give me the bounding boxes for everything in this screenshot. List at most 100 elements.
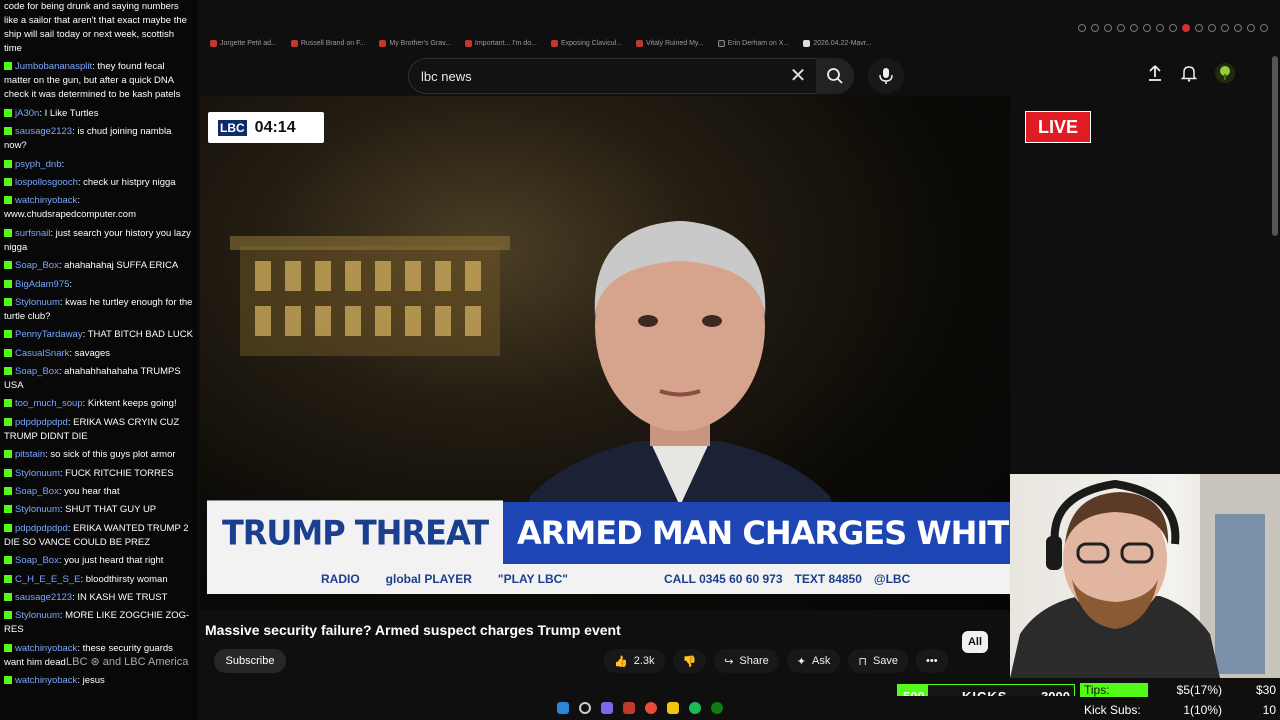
windows-start-icon[interactable] bbox=[557, 702, 569, 714]
chat-username[interactable]: watchinyoback bbox=[15, 195, 77, 206]
subscribe-button[interactable]: Subscribe bbox=[214, 649, 286, 673]
spotify-icon[interactable] bbox=[689, 702, 701, 714]
search-input[interactable]: lbc news bbox=[408, 58, 818, 94]
chat-message: Stylonuum: SHUT THAT GUY UP bbox=[4, 503, 194, 517]
scrollbar[interactable] bbox=[1272, 56, 1278, 236]
avatar[interactable] bbox=[1214, 62, 1236, 84]
kick-badge-icon bbox=[4, 62, 12, 71]
like-button[interactable]: 👍 2.3k bbox=[604, 649, 665, 673]
bookmark-favicon-icon bbox=[210, 40, 217, 47]
chat-username[interactable]: jA30n bbox=[15, 108, 39, 119]
chat-username[interactable]: lospollosgooch bbox=[15, 177, 78, 188]
browser-icon[interactable] bbox=[645, 702, 657, 714]
kick-subs-row: Kick Subs: 1(10%) 10 bbox=[1084, 703, 1276, 717]
obs-icon[interactable] bbox=[623, 702, 635, 714]
bookmark-favicon-icon bbox=[636, 40, 644, 47]
chat-message: Soap_Box: ahahahhahahaha TRUMPS USA bbox=[4, 366, 181, 392]
extension-icon[interactable] bbox=[1195, 24, 1203, 32]
bell-icon[interactable] bbox=[1180, 64, 1198, 82]
chat-username[interactable]: Soap_Box bbox=[15, 555, 59, 566]
chat-text: Kirktent keeps going! bbox=[87, 398, 177, 410]
download-icon[interactable] bbox=[1221, 24, 1229, 32]
chat-username[interactable]: Soap_Box bbox=[15, 486, 59, 497]
share-button[interactable]: ↪ Share bbox=[714, 649, 779, 673]
chat-message: surfsnail: just search your history you … bbox=[4, 227, 191, 253]
chat-text: bloodthirsty woman bbox=[85, 573, 168, 585]
chat-username[interactable]: sausage2123 bbox=[15, 126, 72, 137]
lbc-logo: LBC bbox=[218, 119, 247, 136]
chat-message: pdpdpdpdpd: ERIKA WAS CRYIN CUZ TRUMP DI… bbox=[4, 416, 180, 442]
bookmark-item[interactable]: 2026.04.22-Mavr... bbox=[803, 40, 872, 47]
chat-text: I Like Turtles bbox=[44, 107, 99, 119]
kick-badge-icon bbox=[4, 643, 12, 652]
upload-icon[interactable] bbox=[1146, 64, 1164, 82]
chat-message: too_much_soup: Kirktent keeps going! bbox=[4, 397, 194, 411]
chat-username[interactable]: Soap_Box bbox=[15, 366, 59, 377]
chat-message: sausage2123: is chud joining nambla now? bbox=[4, 126, 172, 152]
voice-search-button[interactable] bbox=[868, 58, 904, 94]
xbox-icon[interactable] bbox=[711, 702, 723, 714]
extension-icon[interactable] bbox=[1143, 24, 1151, 32]
chat-message: watchinyoback: jesus bbox=[4, 674, 194, 688]
bookmark-item[interactable]: Jorgette Petit ad... bbox=[210, 40, 277, 47]
chat-username[interactable]: too_much_soup bbox=[15, 398, 83, 409]
chat-username[interactable]: pitstain bbox=[15, 449, 45, 460]
extension-icon[interactable] bbox=[1208, 24, 1216, 32]
bookmark-item[interactable]: Erin Derham on X... bbox=[717, 40, 789, 47]
chat-username[interactable]: Stylonuum bbox=[15, 610, 60, 621]
search-icon[interactable] bbox=[579, 702, 591, 714]
chat-username[interactable]: sausage2123 bbox=[15, 592, 72, 603]
ask-button[interactable]: ✦ Ask bbox=[786, 649, 841, 673]
menu-icon[interactable] bbox=[1260, 24, 1268, 32]
channel-name[interactable]: LBC ⊛ and LBC America bbox=[66, 655, 188, 668]
bookmark-item[interactable]: Vitaly Ruined My... bbox=[636, 40, 704, 47]
extension-icon[interactable] bbox=[1247, 24, 1255, 32]
kick-badge-icon bbox=[4, 417, 12, 426]
chat-message: BigAdam975: bbox=[4, 278, 194, 292]
zoom-icon[interactable] bbox=[1078, 24, 1086, 32]
chat-username[interactable]: C_H_E_E_S_E bbox=[15, 574, 80, 585]
chat-username[interactable]: Stylonuum bbox=[15, 297, 60, 308]
extension-icon[interactable] bbox=[1156, 24, 1164, 32]
chat-username[interactable]: Stylonuum bbox=[15, 468, 60, 479]
chat-username[interactable]: watchinyoback bbox=[15, 675, 77, 686]
search-button[interactable] bbox=[816, 58, 854, 94]
chat-message: pitstain: so sick of this guys plot armo… bbox=[4, 448, 194, 462]
chat-username[interactable]: Jumbobananasplit bbox=[15, 61, 92, 72]
shield-icon[interactable] bbox=[1130, 24, 1138, 32]
bookmark-item[interactable]: My Brother's Grav... bbox=[379, 40, 451, 47]
bookmark-item[interactable]: Russell Brand on F... bbox=[290, 40, 365, 47]
more-button[interactable]: ••• bbox=[916, 649, 948, 673]
streamer-webcam bbox=[1010, 474, 1280, 678]
chat-username[interactable]: pdpdpdpdpd bbox=[15, 523, 68, 534]
chat-username[interactable]: psyph_dnb bbox=[15, 159, 61, 170]
chat-message: Stylonuum: kwas he turtley enough for th… bbox=[4, 296, 193, 322]
extension-icon[interactable] bbox=[1091, 24, 1099, 32]
bookmark-item[interactable]: Exposing Clavicul... bbox=[550, 40, 622, 47]
close-icon[interactable]: ✕ bbox=[786, 64, 810, 88]
save-button[interactable]: ⊓ Save bbox=[848, 649, 909, 673]
chat-username[interactable]: PennyTardaway bbox=[15, 329, 83, 340]
chat-text: you hear that bbox=[64, 486, 120, 498]
chat-username[interactable]: CasualSnark bbox=[15, 348, 69, 359]
chat-username[interactable]: BigAdam975 bbox=[15, 279, 69, 290]
chat-message: pdpdpdpdpd: ERIKA WANTED TRUMP 2 DIE SO … bbox=[4, 522, 189, 548]
filter-chip-all[interactable]: All bbox=[962, 631, 988, 653]
chat-username[interactable]: surfsnail bbox=[15, 228, 50, 239]
record-icon[interactable] bbox=[1182, 24, 1190, 32]
lower-third-tag: TRUMP THREAT bbox=[207, 500, 503, 566]
folder-icon[interactable] bbox=[667, 702, 679, 714]
heart-icon[interactable] bbox=[1169, 24, 1177, 32]
bookmark-item[interactable]: Important... I'm do... bbox=[464, 40, 537, 47]
chat-message: PennyTardaway: THAT BITCH BAD LUCK bbox=[4, 328, 194, 342]
chat-username[interactable]: Soap_Box bbox=[15, 260, 59, 271]
extension-icon[interactable] bbox=[1117, 24, 1125, 32]
discord-icon[interactable] bbox=[601, 702, 613, 714]
extension-icon[interactable] bbox=[1234, 24, 1242, 32]
extension-icon[interactable] bbox=[1104, 24, 1112, 32]
chat-username[interactable]: Stylonuum bbox=[15, 504, 60, 515]
dislike-button[interactable]: 👎 bbox=[672, 649, 707, 673]
chat-username[interactable]: pdpdpdpdpd bbox=[15, 417, 68, 428]
chat-username[interactable]: watchinyoback bbox=[15, 643, 77, 654]
thumbs-down-icon: 👎 bbox=[682, 655, 697, 668]
